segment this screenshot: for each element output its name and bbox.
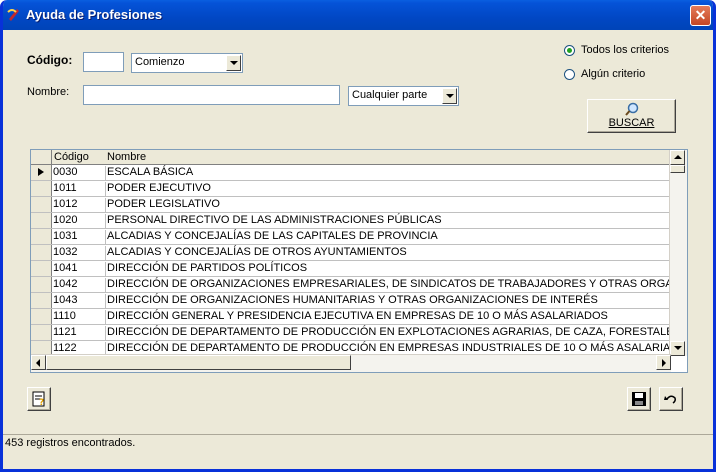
row-indicator[interactable] [31, 245, 52, 260]
cell-codigo[interactable]: 0030 [52, 166, 106, 180]
undo-button[interactable] [659, 387, 683, 411]
table-row[interactable]: 1043 DIRECCIÓN DE ORGANIZACIONES HUMANITA… [31, 293, 671, 309]
row-indicator[interactable] [31, 309, 52, 324]
scroll-left-button[interactable] [31, 355, 46, 370]
search-button[interactable]: BUSCAR [587, 99, 676, 133]
table-row[interactable]: 1012 PODER LEGISLATIVO [31, 197, 671, 213]
radio-any-label[interactable]: Algún criterio [581, 68, 645, 80]
cell-nombre[interactable]: DIRECCIÓN DE PARTIDOS POLÍTICOS [107, 262, 307, 274]
row-indicator[interactable] [31, 197, 52, 212]
search-button-label: BUSCAR [608, 117, 655, 129]
column-header-nombre[interactable]: Nombre [107, 151, 146, 163]
row-indicator[interactable] [31, 293, 52, 308]
table-row[interactable]: 1042 DIRECCIÓN DE ORGANIZACIONES EMPRESAR… [31, 277, 687, 293]
table-row[interactable]: 1121 DIRECCIÓN DE DEPARTAMENTO DE PRODUCC… [31, 325, 687, 341]
undo-arrow-icon [664, 395, 676, 404]
scroll-thumb[interactable] [670, 165, 685, 173]
cell-nombre[interactable]: PODER EJECUTIVO [107, 182, 211, 194]
scroll-up-button[interactable] [670, 150, 685, 165]
horizontal-scrollbar[interactable] [31, 354, 671, 372]
vertical-scrollbar[interactable] [669, 150, 687, 356]
row-indicator[interactable] [31, 229, 52, 244]
row-indicator[interactable] [31, 325, 52, 340]
app-icon [7, 9, 19, 21]
codigo-mode-value: Comienzo [135, 56, 185, 68]
cell-nombre[interactable]: PERSONAL DIRECTIVO DE LAS ADMINISTRACION… [107, 214, 442, 226]
help-clipboard-icon: ? [32, 391, 45, 408]
cell-nombre[interactable]: PODER LEGISLATIVO [107, 198, 220, 210]
dialog-window: Ayuda de Profesiones ✕ Código: Comienzo … [0, 0, 716, 472]
cell-codigo[interactable]: 1042 [52, 278, 106, 292]
radio-all-criteria[interactable] [564, 45, 575, 56]
scroll-down-button[interactable] [670, 341, 685, 356]
cell-codigo[interactable]: 1110 [52, 310, 106, 324]
table-row[interactable]: 1020 PERSONAL DIRECTIVO DE LAS ADMINISTRA… [31, 213, 671, 229]
chevron-down-icon[interactable] [442, 88, 457, 104]
table-row[interactable]: 1041 DIRECCIÓN DE PARTIDOS POLÍTICOS [31, 261, 671, 277]
codigo-label: Código: [27, 53, 73, 67]
row-indicator[interactable] [31, 181, 52, 196]
help-button[interactable]: ? [27, 387, 51, 411]
row-indicator[interactable] [31, 261, 52, 276]
table-row[interactable]: 1110 DIRECCIÓN GENERAL Y PRESIDENCIA EJEC… [31, 309, 671, 325]
nombre-mode-value: Cualquier parte [352, 89, 428, 101]
cell-nombre[interactable]: DIRECCIÓN DE DEPARTAMENTO DE PRODUCCIÓN … [107, 342, 687, 354]
row-indicator[interactable] [31, 213, 52, 228]
title-bar[interactable]: Ayuda de Profesiones ✕ [3, 0, 713, 30]
cell-nombre[interactable]: DIRECCIÓN DE ORGANIZACIONES HUMANITARIAS… [107, 294, 598, 306]
close-button[interactable]: ✕ [690, 5, 711, 26]
row-indicator[interactable] [31, 165, 52, 180]
cell-codigo[interactable]: 1011 [52, 182, 106, 196]
window-title: Ayuda de Profesiones [26, 7, 163, 22]
cell-nombre[interactable]: DIRECCIÓN GENERAL Y PRESIDENCIA EJECUTIV… [107, 310, 608, 322]
cell-nombre[interactable]: DIRECCIÓN DE ORGANIZACIONES EMPRESARIALE… [107, 278, 687, 290]
cell-nombre[interactable]: ALCADIAS Y CONCEJALÍAS DE LAS CAPITALES … [107, 230, 438, 242]
cell-nombre[interactable]: ALCADIAS Y CONCEJALÍAS DE OTROS AYUNTAMI… [107, 246, 407, 258]
grid-header: Código Nombre [31, 150, 671, 165]
cell-nombre[interactable]: DIRECCIÓN DE DEPARTAMENTO DE PRODUCCIÓN … [107, 326, 687, 338]
codigo-input[interactable] [83, 52, 124, 72]
floppy-disk-icon [632, 392, 646, 406]
magnifier-icon [625, 102, 639, 116]
scroll-right-button[interactable] [656, 355, 671, 370]
cell-codigo[interactable]: 1041 [52, 262, 106, 276]
cell-codigo[interactable]: 1121 [52, 326, 106, 340]
nombre-mode-select[interactable]: Cualquier parte [348, 86, 459, 106]
table-row[interactable]: 0030 ESCALA BÁSICA [31, 165, 671, 181]
table-row[interactable]: 1031 ALCADIAS Y CONCEJALÍAS DE LAS CAPITA… [31, 229, 671, 245]
save-button[interactable] [627, 387, 651, 411]
scroll-thumb[interactable] [46, 355, 351, 370]
row-indicator[interactable] [31, 277, 52, 292]
status-bar: 453 registros encontrados. [3, 434, 713, 455]
cell-codigo[interactable]: 1012 [52, 198, 106, 212]
radio-all-label[interactable]: Todos los criterios [581, 44, 669, 56]
cell-codigo[interactable]: 1032 [52, 246, 106, 260]
cell-codigo[interactable]: 1031 [52, 230, 106, 244]
chevron-down-icon[interactable] [226, 55, 241, 71]
results-grid[interactable]: Código Nombre 0030 ESCALA BÁSICA 1011 PODER… [30, 149, 688, 373]
table-row[interactable]: 1032 ALCADIAS Y CONCEJALÍAS DE OTROS AYUN… [31, 245, 671, 261]
nombre-input[interactable] [83, 85, 340, 105]
cell-codigo[interactable]: 1020 [52, 214, 106, 228]
codigo-mode-select[interactable]: Comienzo [131, 53, 243, 73]
status-text: 453 registros encontrados. [5, 437, 136, 449]
svg-text:?: ? [39, 398, 44, 408]
grid-corner [31, 150, 52, 164]
column-header-codigo[interactable]: Código [54, 151, 89, 163]
nombre-label: Nombre: [27, 86, 70, 98]
table-row[interactable]: 1011 PODER EJECUTIVO [31, 181, 671, 197]
radio-any-criteria[interactable] [564, 69, 575, 80]
cell-codigo[interactable]: 1043 [52, 294, 106, 308]
cell-nombre[interactable]: ESCALA BÁSICA [107, 166, 193, 178]
